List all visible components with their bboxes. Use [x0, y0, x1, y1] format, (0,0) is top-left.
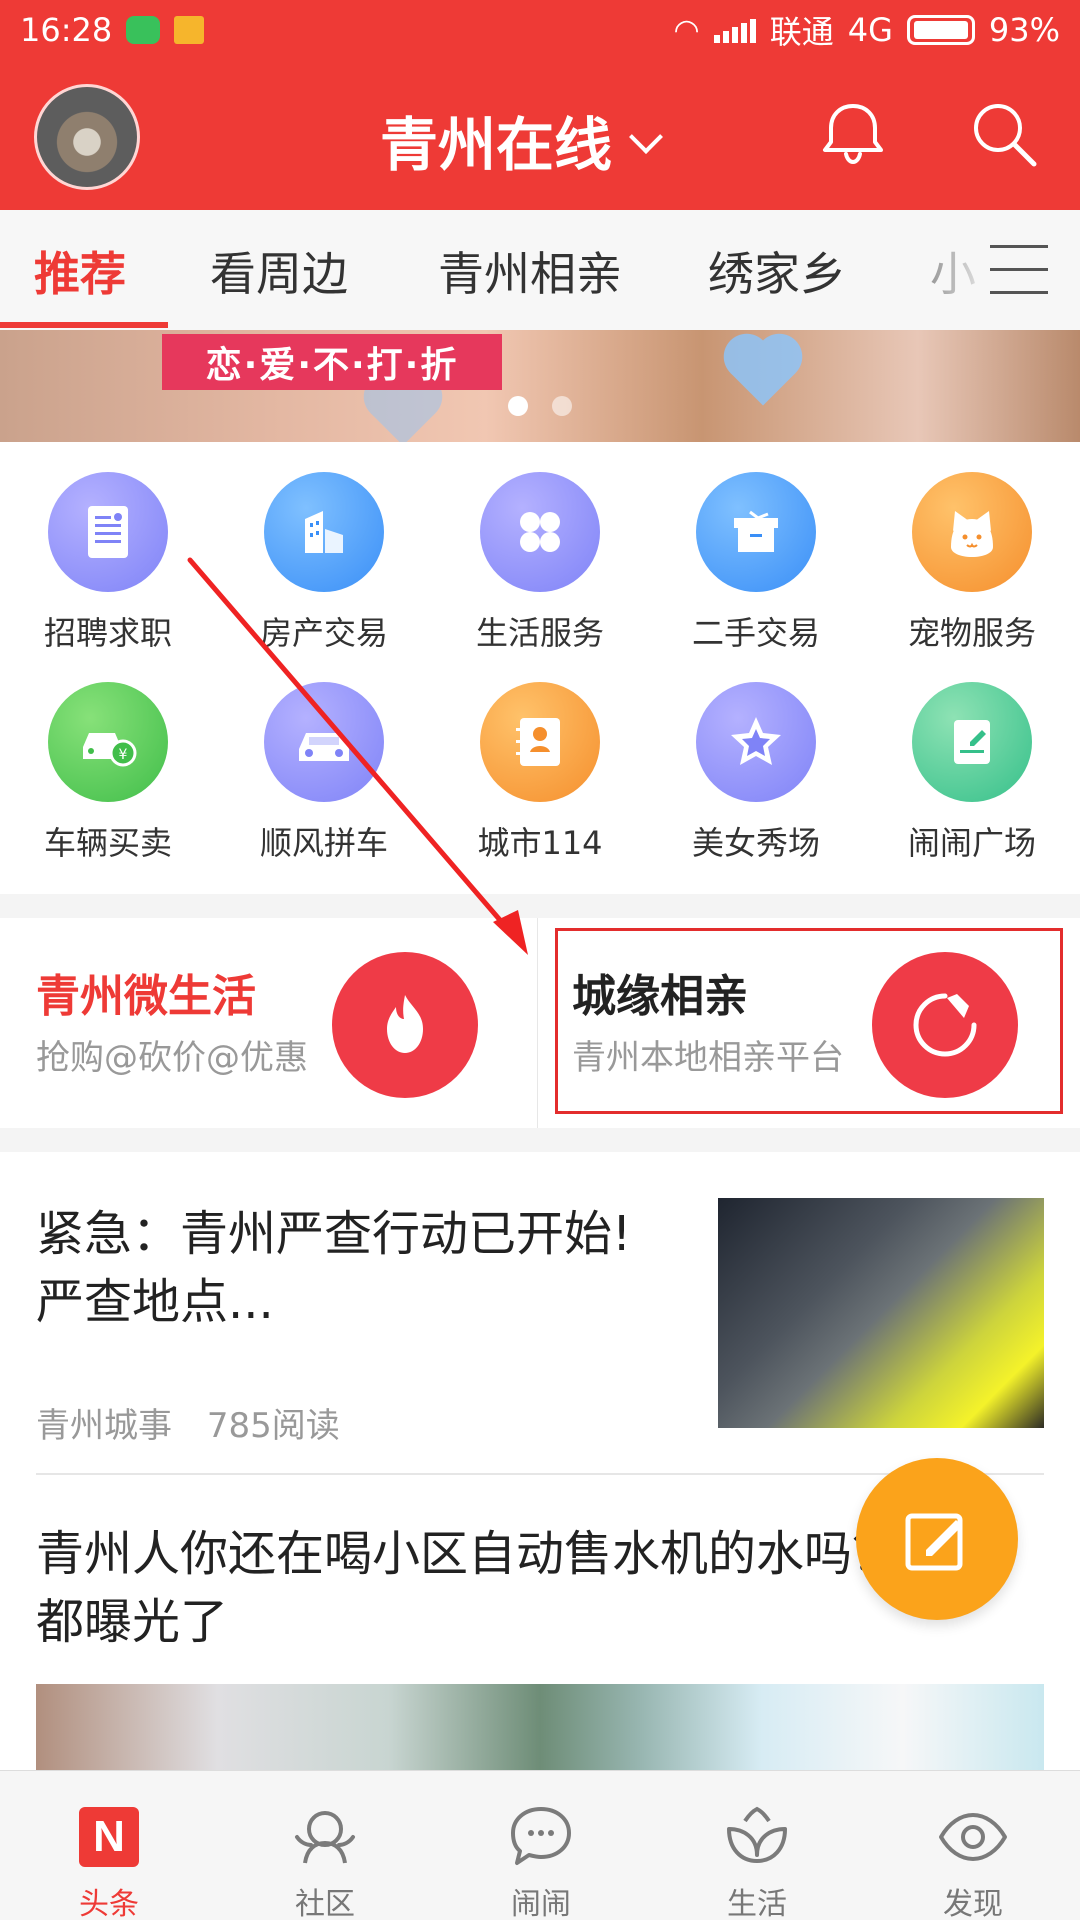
grid-icon — [480, 472, 600, 592]
service-label: 房产交易 — [259, 614, 388, 652]
status-time: 16:28 — [20, 11, 113, 49]
news-title-line: 严查地点... — [36, 1274, 274, 1330]
service-realestate[interactable]: 房产交易 — [229, 472, 419, 672]
header: 16:28 ◠ 联通 4G 93% 青州在线 — [0, 0, 1080, 210]
service-pets[interactable]: 宠物服务 — [877, 472, 1067, 672]
box-icon — [696, 472, 816, 592]
nav-community[interactable]: 社区 — [245, 1799, 405, 1920]
compose-button[interactable] — [856, 1458, 1018, 1620]
service-city114[interactable]: 城市114 — [445, 682, 635, 882]
app-title: 青州在线 — [380, 111, 613, 179]
service-carpool[interactable]: 顺风拼车 — [229, 682, 419, 882]
news-image — [36, 1684, 1044, 1772]
service-square[interactable]: 闹闹广场 — [877, 682, 1067, 882]
tab-menu-icon[interactable] — [990, 245, 1048, 295]
top-bar: 青州在线 — [0, 60, 1080, 210]
service-label: 闹闹广场 — [907, 824, 1036, 862]
service-label: 招聘求职 — [43, 614, 172, 652]
status-right: ◠ 联通 4G 93% — [674, 7, 1060, 53]
banner-dot-active — [508, 396, 528, 416]
service-label: 美女秀场 — [691, 824, 820, 862]
buildings-icon — [264, 472, 384, 592]
eye-icon — [939, 1813, 1007, 1861]
active-tab-indicator — [0, 322, 168, 328]
resume-icon — [48, 472, 168, 592]
news-source: 青州城事 — [36, 1406, 172, 1446]
star-icon — [696, 682, 816, 802]
section-divider — [0, 894, 1080, 918]
nav-label: 闹闹 — [511, 1887, 571, 1920]
service-beauty-show[interactable]: 美女秀场 — [661, 682, 851, 882]
banner-slogan: 恋·爱·不·打·折 — [162, 334, 502, 390]
nav-label: 社区 — [295, 1887, 355, 1920]
contact-card-icon — [480, 682, 600, 802]
service-label: 车辆买卖 — [43, 824, 172, 862]
service-label: 生活服务 — [475, 614, 604, 652]
promo-title: 青州微生活 — [36, 971, 256, 1022]
lotus-icon — [727, 1806, 787, 1863]
community-icon — [295, 1811, 355, 1864]
news-thumbnail — [718, 1198, 1044, 1428]
news-item[interactable]: 紧急：青州严查行动已开始! 严查地点... 青州城事 785阅读 — [0, 1152, 1080, 1482]
wechat-notification-icon — [126, 16, 161, 44]
news-n-icon: N — [79, 1807, 139, 1867]
wifi-icon: ◠ — [673, 12, 700, 48]
car-icon — [264, 682, 384, 802]
chevron-down-icon — [628, 123, 662, 157]
service-label: 宠物服务 — [907, 614, 1036, 652]
news-meta: 青州城事 785阅读 — [36, 1398, 340, 1447]
service-jobs[interactable]: 招聘求职 — [13, 472, 203, 672]
nav-label: 头条 — [79, 1887, 139, 1920]
service-label: 城市114 — [477, 824, 603, 862]
bottom-nav: N 头条 社区 闹闹 生活 发现 — [0, 1770, 1080, 1920]
network-type: 4G — [847, 11, 893, 49]
highlight-frame — [555, 928, 1063, 1114]
carrier: 联通 — [769, 13, 834, 51]
status-bar: 16:28 ◠ 联通 4G 93% — [0, 0, 1080, 60]
note-edit-icon — [912, 682, 1032, 802]
cat-icon — [912, 472, 1032, 592]
nav-label: 生活 — [727, 1887, 787, 1920]
notification-bell-icon[interactable] — [818, 98, 888, 168]
tab-nearby[interactable]: 看周边 — [210, 238, 348, 304]
category-tabs: 推荐 看周边 青州相亲 绣家乡 小 — [0, 210, 1080, 330]
service-secondhand[interactable]: 二手交易 — [661, 472, 851, 672]
app-page: 16:28 ◠ 联通 4G 93% 青州在线 推荐 看周边 青州相亲 绣家乡 恋… — [0, 0, 1080, 1920]
avatar[interactable] — [34, 84, 140, 190]
nav-label: 发现 — [943, 1887, 1003, 1920]
service-grid: 招聘求职 房产交易 生活服务 二手交易 宠物服务 ¥ 车辆买卖 顺风拼车 城市1… — [0, 442, 1080, 894]
banner-dot — [552, 396, 572, 416]
car-yen-icon: ¥ — [48, 682, 168, 802]
service-life[interactable]: 生活服务 — [445, 472, 635, 672]
promo-micro-life[interactable]: 青州微生活 抢购@砍价@优惠 — [0, 918, 538, 1128]
search-icon[interactable] — [968, 98, 1040, 170]
battery-icon — [906, 15, 975, 45]
tab-hometown[interactable]: 绣家乡 — [708, 238, 846, 304]
promo-subtitle: 抢购@砍价@优惠 — [36, 1038, 308, 1078]
news-title-line: 紧急：青州严查行动已开始! — [36, 1206, 632, 1262]
service-cars[interactable]: ¥ 车辆买卖 — [13, 682, 203, 882]
service-label: 顺风拼车 — [259, 824, 388, 862]
tab-dating[interactable]: 青州相亲 — [438, 238, 622, 304]
tab-recommend[interactable]: 推荐 — [34, 238, 126, 304]
service-label: 二手交易 — [691, 614, 820, 652]
nav-chat[interactable]: 闹闹 — [461, 1799, 621, 1920]
news-reads: 785阅读 — [206, 1406, 340, 1446]
signal-icon — [713, 17, 756, 43]
nav-discover[interactable]: 发现 — [893, 1799, 1053, 1920]
status-left: 16:28 — [20, 11, 205, 49]
flame-icon — [332, 952, 478, 1098]
news-title-line: 都曝光了 — [36, 1594, 229, 1650]
section-divider — [0, 1128, 1080, 1152]
news-title-line: 青州人你还在喝小区自动售水机的水吗？实现 — [36, 1526, 997, 1582]
city-switcher[interactable]: 青州在线 — [380, 98, 662, 182]
battery-level: 93% — [988, 11, 1060, 49]
svg-text:¥: ¥ — [119, 747, 128, 763]
chat-bubble-icon — [511, 1807, 571, 1865]
nav-life[interactable]: 生活 — [677, 1799, 837, 1920]
message-notification-icon — [174, 16, 205, 44]
nav-headlines[interactable]: N 头条 — [29, 1799, 189, 1920]
edit-icon — [905, 1513, 963, 1571]
